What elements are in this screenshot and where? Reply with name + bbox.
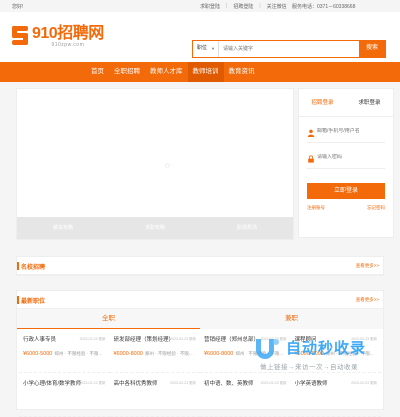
job-card[interactable]: 行政人事专员 2023-02-23 更新 ¥6000-5000 郑州 · 不限经验… bbox=[19, 329, 110, 373]
jobs-more-link[interactable]: 查看更多>> bbox=[356, 297, 379, 303]
lock-icon bbox=[308, 155, 314, 163]
tab-recruiter-login[interactable]: 招聘登录 bbox=[299, 89, 346, 116]
loading-spinner-icon: ◌ bbox=[165, 161, 170, 170]
nav-item-training[interactable]: 教师培训 bbox=[187, 62, 224, 82]
username-field-wrap bbox=[307, 125, 385, 143]
main-nav: 首页 全职招聘 教师人才库 教师培训 教育资讯 bbox=[0, 62, 400, 82]
section-marker bbox=[17, 262, 19, 270]
password-input[interactable] bbox=[317, 154, 385, 160]
username-input[interactable] bbox=[317, 128, 385, 134]
section-title: 最新职位 bbox=[21, 299, 46, 305]
search-category-select[interactable]: 职位 ▼ bbox=[193, 41, 219, 57]
section-title: 名校招聘 bbox=[21, 265, 46, 271]
search-bar: 职位 ▼ 搜索 bbox=[192, 40, 386, 58]
job-date: 2023-02-23 更新 bbox=[170, 381, 196, 385]
password-field-wrap bbox=[307, 151, 385, 169]
search-input[interactable] bbox=[219, 41, 359, 57]
tab-parttime[interactable]: 兼职 bbox=[200, 309, 383, 329]
top-links: 求职登陆 | 招聘登陆 | 关注微信 bbox=[200, 3, 287, 10]
watermark-logo-icon bbox=[256, 339, 279, 359]
tab-jobseeker-login[interactable]: 求职登录 bbox=[346, 89, 393, 116]
user-icon bbox=[307, 129, 315, 137]
nav-item-news[interactable]: 教育资讯 bbox=[224, 62, 260, 82]
hotline-text: 服务电话：0371－60338668 bbox=[292, 4, 356, 10]
nav-item-home[interactable]: 首页 bbox=[86, 62, 109, 82]
search-button[interactable]: 搜索 bbox=[359, 41, 385, 57]
job-location: 郑州 · 不限经验 · 不限... bbox=[54, 351, 103, 356]
banner-caption-salary[interactable]: 薪资攻略 bbox=[17, 217, 109, 239]
section-marker bbox=[17, 296, 19, 304]
login-panel: 招聘登录 求职登录 立即登录 注册账号 忘记密码 bbox=[298, 88, 394, 238]
chevron-down-icon: ▼ bbox=[211, 46, 215, 51]
watermark-title: 自动秒收录 bbox=[286, 340, 367, 357]
banner-slider[interactable]: ◌ 薪资攻略 求职攻略 职场秀场 bbox=[16, 88, 294, 240]
site-header: 910招聘网 910zpw.com 职位 ▼ 搜索 bbox=[0, 12, 400, 62]
job-location: 郑州 · 不限经验 · 不限... bbox=[144, 351, 193, 356]
logo-mark-icon bbox=[12, 26, 30, 46]
job-date: 2023-02-23 更新 bbox=[79, 381, 106, 385]
job-card[interactable]: 研发部经理（策划经理） 2023-02-23 更新 ¥6000-8000 郑州 ·… bbox=[109, 329, 200, 373]
wechat-follow-link[interactable]: 关注微信 bbox=[267, 3, 287, 10]
greeting-text: 您好! bbox=[12, 4, 24, 10]
logo-main-text: 910招聘网 bbox=[32, 25, 104, 42]
job-date: 2023-02-23 更新 bbox=[170, 337, 196, 341]
recruiter-login-link[interactable]: 招聘登陆 bbox=[233, 3, 253, 10]
watermark-subtitle: 做上链接→来访一次→自动收录 bbox=[260, 364, 358, 371]
school-recruitment-section: 名校招聘 查看更多>> bbox=[16, 256, 384, 276]
site-logo[interactable]: 910招聘网 910zpw.com bbox=[12, 26, 104, 48]
job-card[interactable]: 高中各科优秀教师 2023-02-23 更新 bbox=[109, 373, 200, 417]
divider: | bbox=[259, 3, 261, 9]
banner-caption-jobhunt[interactable]: 求职攻略 bbox=[109, 217, 201, 239]
tab-fulltime[interactable]: 全职 bbox=[17, 309, 200, 329]
top-bar: 您好! 求职登陆 | 招聘登陆 | 关注微信 服务电话：0371－6033866… bbox=[0, 0, 400, 12]
watermark-overlay: 自动秒收录 做上链接→来访一次→自动收录 bbox=[252, 333, 392, 383]
job-date: 2023-02-23 更新 bbox=[79, 337, 106, 341]
login-submit-button[interactable]: 立即登录 bbox=[307, 183, 385, 199]
banner-caption-workplace[interactable]: 职场秀场 bbox=[201, 217, 293, 239]
nav-item-talent[interactable]: 教师人才库 bbox=[145, 62, 188, 82]
job-card[interactable]: 小学心理/体育/数学教师 2023-02-23 更新 bbox=[19, 373, 110, 417]
register-link[interactable]: 注册账号 bbox=[307, 205, 325, 211]
logo-sub-text: 910zpw.com bbox=[51, 42, 85, 48]
forgot-password-link[interactable]: 忘记密码 bbox=[367, 205, 385, 211]
job-salary: ¥6000-8000 bbox=[204, 351, 234, 357]
school-more-link[interactable]: 查看更多>> bbox=[356, 263, 379, 269]
jobseeker-login-link[interactable]: 求职登陆 bbox=[200, 3, 220, 10]
job-salary: ¥6000-8000 bbox=[113, 351, 143, 357]
nav-item-fulltime[interactable]: 全职招聘 bbox=[109, 62, 145, 82]
divider: | bbox=[226, 3, 228, 9]
job-salary: ¥6000-5000 bbox=[23, 351, 53, 357]
